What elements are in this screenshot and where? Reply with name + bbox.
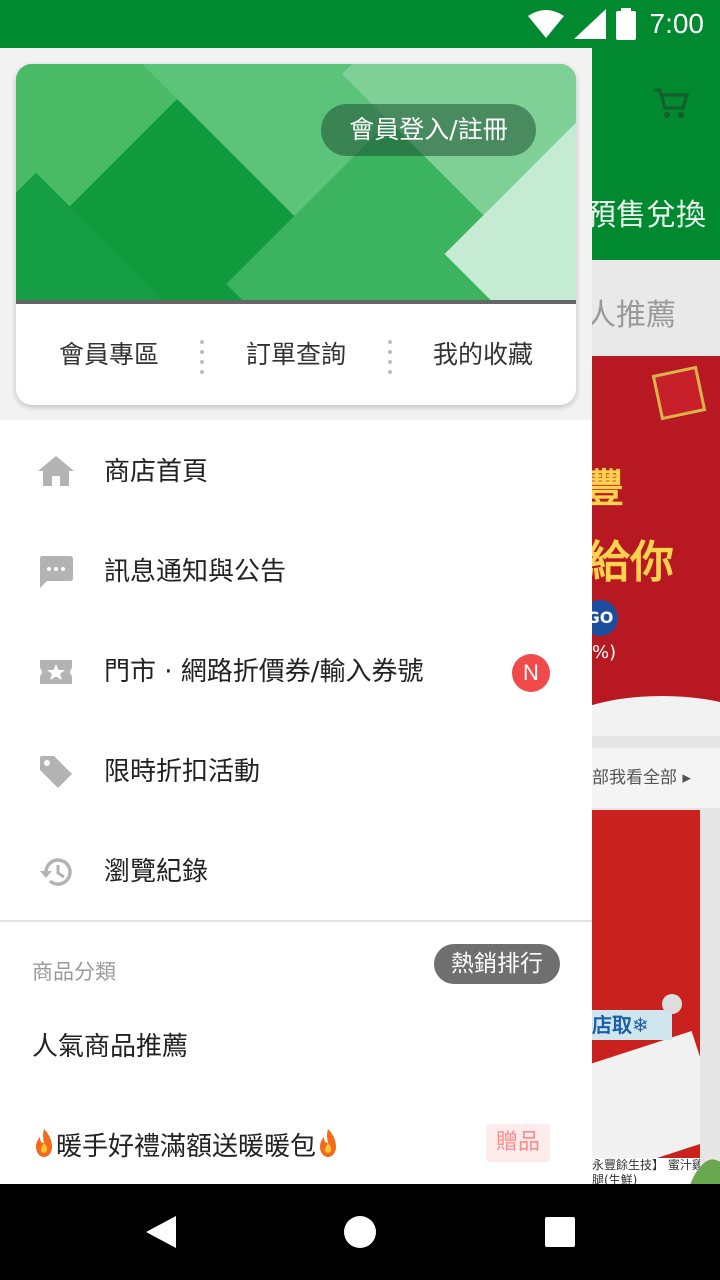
menu-item-coupons[interactable]: 門市 · 網路折價券/輸入券號 N <box>0 622 592 722</box>
member-card: 會員登入/註冊 會員專區 訂單查詢 我的收藏 <box>16 64 576 405</box>
clock: 7:00 <box>649 8 705 39</box>
promo-banner[interactable]: 豐 給你 GO %) <box>592 356 720 736</box>
menu-item-label: 訊息通知與公告 <box>104 557 287 587</box>
favorites-link[interactable]: 我的收藏 <box>390 304 576 405</box>
banner-percent: %) <box>592 642 617 663</box>
carousel-dot <box>662 994 682 1014</box>
banner-go-badge: GO <box>592 600 618 636</box>
menu-item-home[interactable]: 商店首頁 <box>0 422 592 522</box>
menu-item-history[interactable]: 瀏覽紀錄 <box>0 822 592 922</box>
category-header: 商品分類 <box>32 960 116 984</box>
gift-badge: 贈品 <box>486 1124 550 1162</box>
member-zone-link[interactable]: 會員專區 <box>16 304 202 405</box>
order-lookup-link[interactable]: 訂單查詢 <box>203 304 389 405</box>
gift-box-icon <box>651 365 707 421</box>
menu-item-label: 限時折扣活動 <box>104 757 261 787</box>
system-nav-bar <box>0 1184 720 1280</box>
wifi-icon <box>527 10 564 38</box>
recents-icon[interactable] <box>530 1202 590 1262</box>
signal-icon <box>573 9 606 39</box>
menu-item-label: 門市 · 網路折價券/輸入券號 <box>104 657 424 687</box>
flame-icon <box>320 1129 337 1157</box>
coupon-icon <box>40 660 72 684</box>
member-card-header: 會員登入/註冊 <box>16 64 576 302</box>
home-icon <box>38 456 74 486</box>
product-card[interactable]: 店取❄ 永豐餘生技】 蜜汁雞腿(生鮮) <box>592 810 700 1186</box>
divider <box>0 920 592 922</box>
menu-item-messages[interactable]: 訊息通知與公告 <box>0 522 592 622</box>
banner-text-2: 給你 <box>592 537 674 588</box>
category-item-warm-gift[interactable]: 暖手好禮滿額送暖暖包 <box>32 1126 340 1163</box>
tab-preorder[interactable]: 預售兌換 <box>586 190 706 234</box>
section-title: 人推薦 <box>586 298 676 333</box>
banner-text-1: 豐 <box>592 466 624 512</box>
flame-icon <box>36 1129 52 1157</box>
category-item-label: 暖手好禮滿額送暖暖包 <box>56 1132 317 1162</box>
category-item-popular[interactable]: 人氣商品推薦 <box>32 1026 188 1063</box>
hot-ranking-button[interactable]: 熱銷排行 <box>434 944 560 984</box>
tag-icon <box>40 756 72 788</box>
battery-icon <box>615 8 636 40</box>
history-icon <box>40 858 72 886</box>
status-bar: 7:00 <box>0 0 720 48</box>
banner-wave <box>592 696 720 736</box>
menu-item-discounts[interactable]: 限時折扣活動 <box>0 722 592 822</box>
navigation-drawer: 會員登入/註冊 會員專區 訂單查詢 我的收藏 商店首頁 訊息通知與公告 門市 ·… <box>0 48 592 1184</box>
menu-item-label: 商店首頁 <box>104 457 209 487</box>
home-nav-icon[interactable] <box>330 1202 390 1262</box>
login-register-button[interactable]: 會員登入/註冊 <box>321 104 536 156</box>
product-caption: 永豐餘生技】 蜜汁雞腿(生鮮) <box>592 1158 700 1186</box>
product-tag: 店取❄ <box>592 1010 672 1040</box>
product-image <box>592 1031 700 1179</box>
menu-item-label: 瀏覽紀錄 <box>104 857 209 887</box>
view-all-link[interactable]: 部我看全部 ▸ <box>592 748 720 808</box>
message-icon <box>40 556 73 588</box>
back-icon[interactable] <box>130 1202 190 1262</box>
new-badge: N <box>512 654 550 692</box>
cart-icon[interactable] <box>652 86 690 120</box>
